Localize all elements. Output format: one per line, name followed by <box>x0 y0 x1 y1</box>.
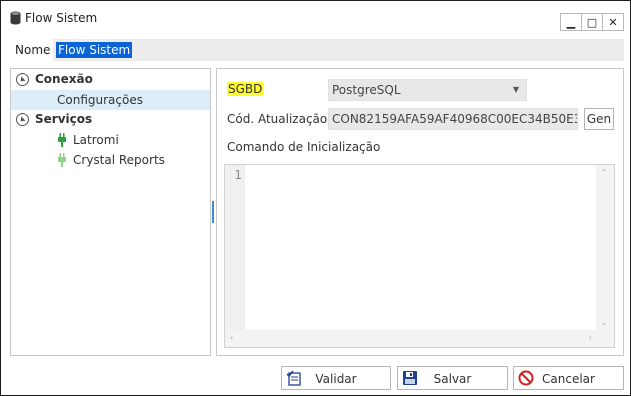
gen-button[interactable]: Gen <box>584 108 614 130</box>
cod-atualizacao-value: CON82159AFA59AF40968C00EC34B50E3CEC05 <box>332 112 578 126</box>
minimize-icon: ▁ <box>566 15 576 29</box>
name-input[interactable]: Flow Sistem <box>53 39 624 61</box>
tree-item-crystal-reports[interactable]: Crystal Reports <box>11 150 210 170</box>
application-window: Flow Sistem ▁ □ ✕ Nome Flow Sistem Conex… <box>0 0 631 396</box>
cancelar-button[interactable]: Cancelar <box>513 366 624 390</box>
validar-button-label: Validar <box>315 372 357 386</box>
tree-item-label: Configurações <box>57 93 143 107</box>
plug-light-green-icon <box>58 153 66 167</box>
line-number: 1 <box>234 168 242 182</box>
sgbd-label: SGBD <box>227 82 264 96</box>
tree-group-servicos[interactable]: Serviços <box>11 110 210 130</box>
tree-group-conexao[interactable]: Conexão <box>11 70 210 90</box>
validar-button[interactable]: Validar <box>281 366 391 390</box>
name-label: Nome <box>15 43 51 57</box>
scroll-left-icon[interactable]: ‹ <box>230 333 233 342</box>
scroll-up-icon[interactable]: ⌃ <box>601 168 608 177</box>
salvar-button[interactable]: Salvar <box>397 366 508 390</box>
configuration-panel: SGBD PostgreSQL ▼ Cód. Atualização CON82… <box>216 68 624 356</box>
collapse-toggle-icon[interactable] <box>16 113 29 126</box>
vertical-scrollbar[interactable]: ⌃ ⌄ <box>596 165 614 330</box>
comando-inicializacao-label: Comando de Inicialização <box>227 140 381 154</box>
sgbd-select[interactable]: PostgreSQL ▼ <box>328 79 527 101</box>
close-icon: ✕ <box>608 15 618 29</box>
plug-green-icon <box>58 133 66 147</box>
salvar-button-label: Salvar <box>433 372 472 386</box>
name-input-value: Flow Sistem <box>56 42 133 58</box>
cancelar-button-label: Cancelar <box>542 372 595 386</box>
tree-item-label: Crystal Reports <box>73 153 165 167</box>
line-number-gutter: 1 <box>225 165 245 330</box>
scroll-down-icon[interactable]: ⌄ <box>601 318 608 327</box>
tree-item-configuracoes[interactable]: Configurações <box>11 90 210 110</box>
cod-atualizacao-label: Cód. Atualização <box>227 112 328 126</box>
title-bar[interactable]: Flow Sistem ▁ □ ✕ <box>1 1 630 35</box>
cod-atualizacao-field[interactable]: CON82159AFA59AF40968C00EC34B50E3CEC05 <box>328 108 578 130</box>
scroll-right-icon[interactable]: › <box>589 333 592 342</box>
tree-item-label: Latromi <box>73 133 119 147</box>
tree-group-label: Conexão <box>35 72 93 86</box>
horizontal-scrollbar[interactable]: ‹ › <box>225 330 614 347</box>
chevron-down-icon: ▼ <box>512 85 519 94</box>
database-icon <box>10 11 21 25</box>
minimize-button[interactable]: ▁ <box>560 13 582 31</box>
gen-button-label: Gen <box>586 112 612 126</box>
collapse-toggle-icon[interactable] <box>16 73 29 86</box>
navigation-tree: Conexão Configurações Serviços Latromi C… <box>10 68 211 356</box>
panel-splitter[interactable] <box>212 201 214 223</box>
close-button[interactable]: ✕ <box>602 13 624 31</box>
tree-item-latromi[interactable]: Latromi <box>11 130 210 150</box>
maximize-button[interactable]: □ <box>581 13 603 31</box>
sgbd-select-value: PostgreSQL <box>332 83 401 97</box>
maximize-icon: □ <box>586 15 598 29</box>
code-editor[interactable]: 1 ⌃ ⌄ ‹ › <box>224 164 615 348</box>
tree-group-label: Serviços <box>35 112 93 126</box>
window-controls: ▁ □ ✕ <box>560 13 624 31</box>
window-title: Flow Sistem <box>25 11 98 25</box>
